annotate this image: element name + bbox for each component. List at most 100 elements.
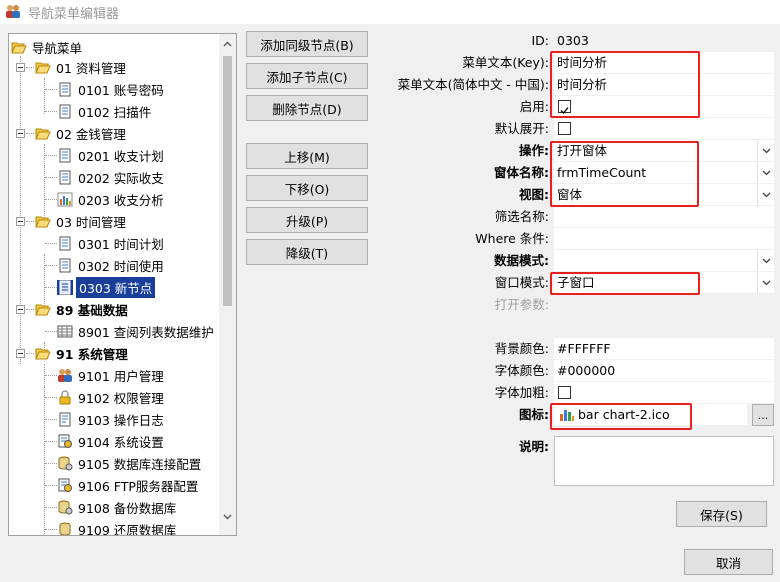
view-select[interactable]: 窗体 [554,184,774,206]
tree-item-9105[interactable]: 9105 数据库连接配置 [57,452,203,474]
document-icon [57,148,73,163]
backup-icon [57,500,73,515]
move-down-button[interactable]: 下移(O) [246,175,368,201]
delete-node-button[interactable]: 删除节点(D) [246,95,368,121]
document-icon [57,279,73,295]
prop-operation: 操作: 打开窗体 [377,140,777,162]
prop-enabled: 启用: [377,96,777,118]
browse-icon-button[interactable]: ... [752,404,774,426]
open-folder-icon [35,302,51,317]
scroll-down-icon[interactable] [222,510,233,521]
bar-chart-icon [57,192,73,207]
id-value: 0303 [554,30,774,52]
tree-group-02[interactable]: 02 金钱管理 [35,122,128,144]
tree-item-9108[interactable]: 9108 备份数据库 [57,496,178,518]
ftp-settings-icon [57,478,73,493]
prop-data-mode: 数据模式: [377,250,777,272]
checkmark-icon [560,107,569,114]
scroll-up-icon[interactable] [222,38,233,49]
tree-group-03[interactable]: 03 时间管理 [35,210,128,232]
tree-item-8901[interactable]: 8901 查阅列表数据维护 [57,320,216,342]
operation-select[interactable]: 打开窗体 [554,140,774,162]
font-color-input[interactable]: #000000 [554,360,774,382]
tree-group-89[interactable]: 89 基础数据 [35,298,130,320]
collapse-toggle[interactable] [16,129,25,138]
table-icon [57,324,73,339]
prop-filter-name: 筛选名称: [377,206,777,228]
prop-open-params: 打开参数: [377,294,777,316]
font-bold-checkbox[interactable] [558,386,571,399]
tree-scrollbar[interactable] [219,34,236,535]
prop-where-clause: Where 条件: [377,228,777,250]
data-mode-select[interactable] [554,250,774,272]
document-icon [57,258,73,273]
chevron-down-icon[interactable] [757,185,774,205]
database-settings-icon [57,456,73,471]
tree-item-9109[interactable]: 9109 还原数据库 [57,518,178,535]
bg-color-input[interactable]: #FFFFFF [554,338,774,360]
document-icon [57,82,73,97]
restore-database-icon [57,522,73,535]
open-folder-icon [35,214,51,229]
icon-input[interactable]: bar chart-2.ico [554,404,747,426]
tree-root[interactable]: 导航菜单 [11,36,84,58]
users-app-icon [4,4,22,20]
tree-item-0303[interactable]: 0303 新节点 [57,276,156,298]
collapse-toggle[interactable] [16,349,25,358]
tree-item-0201[interactable]: 0201 收支计划 [57,144,166,166]
window-mode-select[interactable]: 子窗口 [554,272,774,294]
menu-text-zh-input[interactable]: 时间分析 [554,74,774,96]
add-sibling-node-button[interactable]: 添加同级节点(B) [246,31,368,57]
move-up-button[interactable]: 上移(M) [246,143,368,169]
tree-item-0302[interactable]: 0302 时间使用 [57,254,166,276]
tree-item-9101[interactable]: 9101 用户管理 [57,364,166,386]
filter-name-input[interactable] [554,206,774,228]
default-expand-checkbox[interactable] [558,122,571,135]
property-grid: ID: 0303 菜单文本(Key): 时间分析 菜单文本(简体中文 - 中国)… [377,29,777,541]
tree-group-01[interactable]: 01 资料管理 [35,56,128,78]
tree-item-9102[interactable]: 9102 权限管理 [57,386,166,408]
collapse-toggle[interactable] [16,63,25,72]
open-folder-icon [11,40,27,55]
open-folder-icon [35,60,51,75]
tree-item-0203[interactable]: 0203 收支分析 [57,188,166,210]
enabled-checkbox[interactable] [558,100,571,114]
chevron-down-icon[interactable] [757,163,774,183]
tree-item-9103[interactable]: 9103 操作日志 [57,408,166,430]
prop-id: ID: 0303 [377,30,777,52]
prop-menu-text-key: 菜单文本(Key): 时间分析 [377,52,777,74]
prop-form-name: 窗体名称: frmTimeCount [377,162,777,184]
tree-item-0301[interactable]: 0301 时间计划 [57,232,166,254]
tree-group-91[interactable]: 91 系统管理 [35,342,130,364]
tree-item-9106[interactable]: 9106 FTP服务器配置 [57,474,200,496]
prop-view: 视图: 窗体 [377,184,777,206]
description-textarea[interactable] [554,436,774,486]
tree-item-9104[interactable]: 9104 系统设置 [57,430,166,452]
form-name-select[interactable]: frmTimeCount [554,162,774,184]
users-icon [57,368,73,383]
tree-item-0101[interactable]: 0101 账号密码 [57,78,166,100]
chevron-down-icon[interactable] [757,251,774,271]
prop-description: 说明: [377,436,777,486]
where-clause-input[interactable] [554,228,774,250]
open-folder-icon [35,346,51,361]
chevron-down-icon[interactable] [757,141,774,161]
scroll-thumb[interactable] [223,56,232,306]
prop-icon: 图标: bar chart-2.ico ... [377,404,777,426]
prop-font-color: 字体颜色: #000000 [377,360,777,382]
chevron-down-icon[interactable] [757,273,774,293]
add-child-node-button[interactable]: 添加子节点(C) [246,63,368,89]
open-params-input [554,294,774,316]
title-bar: 导航菜单编辑器 [0,0,780,24]
menu-text-key-input[interactable]: 时间分析 [554,52,774,74]
promote-button[interactable]: 升级(P) [246,207,368,233]
tree-item-0102[interactable]: 0102 扫描件 [57,100,153,122]
demote-button[interactable]: 降级(T) [246,239,368,265]
document-icon [57,236,73,251]
collapse-toggle[interactable] [16,217,25,226]
tree-item-0202[interactable]: 0202 实际收支 [57,166,166,188]
cancel-button[interactable]: 取消 [684,549,773,575]
save-button[interactable]: 保存(S) [676,501,767,527]
collapse-toggle[interactable] [16,305,25,314]
nav-menu-tree[interactable]: 导航菜单 01 资料管理 0101 账号密码 0102 扫描件 02 金钱管理 … [8,33,237,536]
